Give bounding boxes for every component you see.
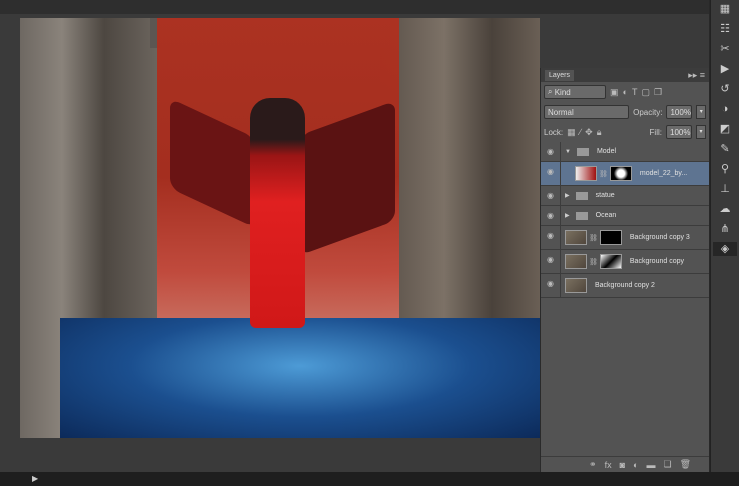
lock-transparent-icon[interactable]: ▦ — [567, 127, 576, 138]
layer-model[interactable]: ◉ ⛓ model_22_by... — [541, 162, 709, 186]
brushes-icon[interactable]: ✎ — [720, 142, 729, 156]
layer-background-copy-2[interactable]: ◉ Background copy 2 — [541, 274, 709, 298]
tools-icon[interactable]: ✂ — [720, 42, 729, 56]
folder-icon[interactable]: ▬ — [646, 460, 655, 470]
new-layer-icon[interactable]: ❏ — [663, 459, 671, 470]
expand-triangle-icon[interactable]: ▼ — [565, 149, 571, 155]
history-icon[interactable]: ↺ — [720, 82, 729, 96]
layer-mask-thumbnail[interactable] — [599, 254, 622, 269]
eye-icon[interactable]: ◉ — [541, 274, 561, 297]
expand-triangle-icon[interactable]: ▶ — [565, 192, 570, 199]
adjustment-filter-icon[interactable]: ◐ — [623, 87, 628, 97]
layer-thumbnail — [565, 278, 587, 293]
layer-group-statue[interactable]: ◉ ▶ statue — [541, 186, 709, 206]
layer-mask-thumbnail[interactable] — [609, 166, 632, 181]
filter-kind-select[interactable]: ⌕ Kind — [544, 85, 606, 99]
adjustments-icon[interactable]: ◑ — [722, 102, 729, 116]
blend-mode-select[interactable]: Normal — [544, 105, 630, 119]
lock-all-icon[interactable]: 🔒︎ — [597, 127, 602, 138]
status-menu-arrow-icon[interactable]: ▶ — [32, 474, 38, 483]
layer-mask-thumbnail[interactable] — [599, 230, 622, 245]
styles-icon[interactable]: ◩ — [720, 122, 730, 136]
layer-group-model[interactable]: ◉ ▼ Model — [541, 142, 709, 162]
layer-background-copy[interactable]: ◉ ⛓ Background copy — [541, 250, 709, 274]
panel-icon-strip: ▦ ☷ ✂ ▶ ↺ ◑ ◩ ✎ ⚲ ⊥ ☁ ⋔ ◈ — [710, 0, 739, 472]
layer-group-ocean[interactable]: ◉ ▶ Ocean — [541, 206, 709, 226]
paths-icon[interactable]: ⋔ — [720, 222, 729, 236]
eye-icon[interactable]: ◉ — [541, 162, 561, 185]
ocean-wave — [60, 318, 540, 438]
model-figure — [250, 98, 305, 328]
status-bar: ▶ — [0, 472, 739, 486]
image-filter-icon[interactable]: ▣ — [610, 87, 619, 98]
lock-move-icon[interactable]: ✥ — [585, 127, 593, 138]
link-icon[interactable]: ⛓ — [589, 234, 598, 242]
eye-icon[interactable]: ◉ — [541, 142, 561, 161]
smart-object-filter-icon[interactable]: ❐ — [654, 87, 662, 98]
channels-icon[interactable]: ☁ — [720, 202, 731, 216]
opacity-input[interactable]: 100% — [666, 105, 693, 119]
lock-brush-icon[interactable]: ∕ — [580, 127, 582, 137]
eye-icon[interactable]: ◉ — [541, 186, 561, 205]
document-canvas[interactable] — [20, 18, 540, 438]
trash-icon[interactable]: 🗑︎ — [680, 459, 691, 470]
search-icon: ⌕ — [548, 87, 555, 96]
folder-icon — [576, 147, 589, 156]
type-filter-icon[interactable]: T — [632, 87, 638, 97]
fill-input[interactable]: 100% — [666, 125, 692, 139]
fill-dropdown[interactable]: ▾ — [696, 125, 706, 139]
opacity-dropdown[interactable]: ▾ — [696, 105, 706, 119]
link-icon[interactable]: ⛓ — [589, 258, 598, 266]
layers-panel: Layers ▸▸ ≡ ⌕ Kind ▣ ◐ T ▢ ❐ Normal Opac… — [540, 68, 709, 478]
layer-thumbnail — [565, 230, 587, 245]
tab-layers[interactable]: Layers — [545, 69, 575, 81]
lock-label: Lock: — [544, 127, 564, 137]
fx-icon[interactable]: fx — [605, 460, 612, 470]
eye-icon[interactable]: ◉ — [541, 206, 561, 225]
adjustment-icon[interactable]: ◐ — [633, 460, 638, 470]
brush-presets-icon[interactable]: ⚲ — [721, 162, 729, 176]
expand-triangle-icon[interactable]: ▶ — [565, 212, 570, 219]
layer-background-copy-3[interactable]: ◉ ⛓ Background copy 3 — [541, 226, 709, 250]
layers-list: ◉ ▼ Model ◉ ⛓ model_22_by... ◉ ▶ statue … — [541, 142, 709, 298]
layer-thumbnail — [575, 166, 597, 181]
eye-icon[interactable]: ◉ — [541, 250, 561, 273]
swatches-icon[interactable]: ▦ — [720, 2, 730, 16]
panel-menu-icon[interactable]: ▸▸ ≡ — [688, 70, 705, 81]
eye-icon[interactable]: ◉ — [541, 226, 561, 249]
document-tab-bar — [0, 0, 709, 14]
play-icon[interactable]: ▶ — [721, 62, 729, 76]
shape-filter-icon[interactable]: ▢ — [641, 87, 650, 98]
layers-footer: ⚭ fx ◙ ◐ ▬ ❏ 🗑︎ — [541, 456, 709, 472]
link-icon[interactable]: ⚭ — [589, 459, 597, 470]
folder-icon — [575, 211, 588, 220]
opacity-label: Opacity: — [633, 107, 663, 117]
mask-icon[interactable]: ◙ — [620, 460, 625, 470]
fill-label: Fill: — [649, 127, 662, 137]
properties-icon[interactable]: ☷ — [720, 22, 730, 36]
layer-thumbnail — [565, 254, 587, 269]
clone-source-icon[interactable]: ⊥ — [720, 182, 730, 196]
link-icon[interactable]: ⛓ — [599, 170, 608, 178]
folder-icon — [575, 191, 588, 200]
layers-icon[interactable]: ◈ — [713, 242, 737, 256]
